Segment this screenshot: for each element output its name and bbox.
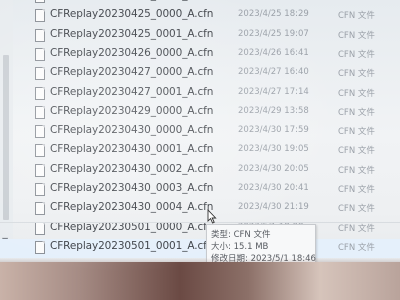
file-row[interactable]: CFReplay20230430_0000_A.cfn 2023/4/30 17:… [0,123,400,142]
list-divider [0,222,400,223]
file-date-modified: 2023/4/30 19:05 [238,144,309,155]
file-row[interactable]: CFReplay20230425_0001_A.cfn 2023/4/25 19:… [0,27,400,46]
file-type: CFN 文件 [338,30,375,41]
tooltip-type: 类型: CFN 文件 [211,230,271,240]
file-row[interactable]: CFReplay20230424_0000_A.cfn2023/4/24 18:… [0,0,400,7]
file-row[interactable]: CFReplay20230501_0001_A.cfn2023/5/1 18:4… [0,238,400,258]
file-type: CFN 文件 [338,127,375,138]
file-row[interactable]: CFReplay20230430_0004_A.cfn 2023/4/30 21:… [0,200,400,219]
file-row[interactable]: CFReplay20230427_0000_A.cfn 2023/4/27 16:… [0,65,400,84]
file-type: CFN 文件 [338,223,375,234]
file-date-modified: 2023/4/27 17:14 [238,86,309,97]
file-name: CFReplay20230430_0002_A.cfn [50,162,214,175]
desk-background [0,262,400,300]
file-type: CFN 文件 [338,0,375,2]
file-icon [35,28,45,42]
file-icon [35,202,45,216]
file-date-modified: 2023/4/29 13:58 [238,105,309,116]
mouse-pointer-icon [207,209,217,224]
file-name: CFReplay20230430_0001_A.cfn [50,143,214,156]
file-icon [35,67,45,81]
file-row[interactable]: CFReplay20230429_0000_A.cfn 2023/4/29 13:… [0,104,400,123]
file-type: CFN 文件 [338,204,375,215]
file-name: CFReplay20230424_0000_A.cfn [50,0,213,1]
file-icon [35,163,45,177]
file-date-modified: 2023/4/25 19:07 [238,28,309,39]
file-date-modified: 2023/4/30 17:59 [238,125,309,136]
file-name: CFReplay20230429_0000_A.cfn [50,104,214,117]
file-name: CFReplay20230430_0004_A.cfn [50,201,214,214]
file-icon [35,47,45,61]
file-type: CFN 文件 [338,69,375,80]
file-type: CFN 文件 [338,185,375,195]
file-date-modified: 2023/4/26 16:41 [238,47,309,58]
file-row[interactable]: CFReplay20230430_0002_A.cfn 2023/4/30 20:… [0,162,400,181]
file-icon [35,9,45,23]
file-type: CFN 文件 [338,107,375,118]
file-name: CFReplay20230427_0001_A.cfn [50,85,214,98]
file-icon [35,144,45,158]
file-type: CFN 文件 [338,146,375,157]
file-date-modified: 2023/4/25 18:29 [238,9,309,20]
file-name: CFReplay20230430_0003_A.cfn [50,182,214,194]
file-type: CFN 文件 [338,242,375,253]
file-icon [35,183,45,196]
file-icon [35,0,45,3]
file-name: CFReplay20230430_0000_A.cfn [50,124,214,137]
file-type: CFN 文件 [338,11,375,22]
file-type: CFN 文件 [338,165,375,176]
file-explorer-window: ▼ CFReplay20230424_0000_A.cfn2023/4/24 1… [0,0,400,300]
file-name: CFReplay20230427_0000_A.cfn [50,66,214,79]
file-row[interactable]: CFReplay20230430_0003_A.cfn 2023/4/30 20:… [0,181,400,200]
file-date-modified: 2023/4/30 20:05 [238,163,309,174]
file-row[interactable]: CFReplay20230425_0000_A.cfn 2023/4/25 18:… [0,7,400,26]
tooltip-size: 大小: 15.1 MB [211,242,269,252]
file-date-modified: 2023/4/30 21:19 [238,202,309,213]
file-date-modified: 2023/4/27 16:40 [238,67,309,78]
file-row[interactable]: CFReplay20230427_0001_A.cfn 2023/4/27 17:… [0,85,400,104]
file-name: CFReplay20230501_0001_A.cfn [50,239,214,252]
file-name: CFReplay20230426_0000_A.cfn [50,46,214,59]
file-icon [35,221,45,235]
file-icon [35,86,45,100]
file-row[interactable]: CFReplay20230430_0001_A.cfn 2023/4/30 19:… [0,142,400,161]
file-date-modified: 2023/4/30 20:41 [238,183,309,193]
file-icon [35,105,45,119]
file-icon [35,125,45,139]
file-type: CFN 文件 [338,88,375,99]
file-icon [35,240,45,254]
file-name: CFReplay20230425_0001_A.cfn [50,27,214,40]
file-name: CFReplay20230425_0000_A.cfn [50,8,214,21]
file-type: CFN 文件 [338,49,375,60]
file-row[interactable]: CFReplay20230426_0000_A.cfn 2023/4/26 16:… [0,46,400,65]
